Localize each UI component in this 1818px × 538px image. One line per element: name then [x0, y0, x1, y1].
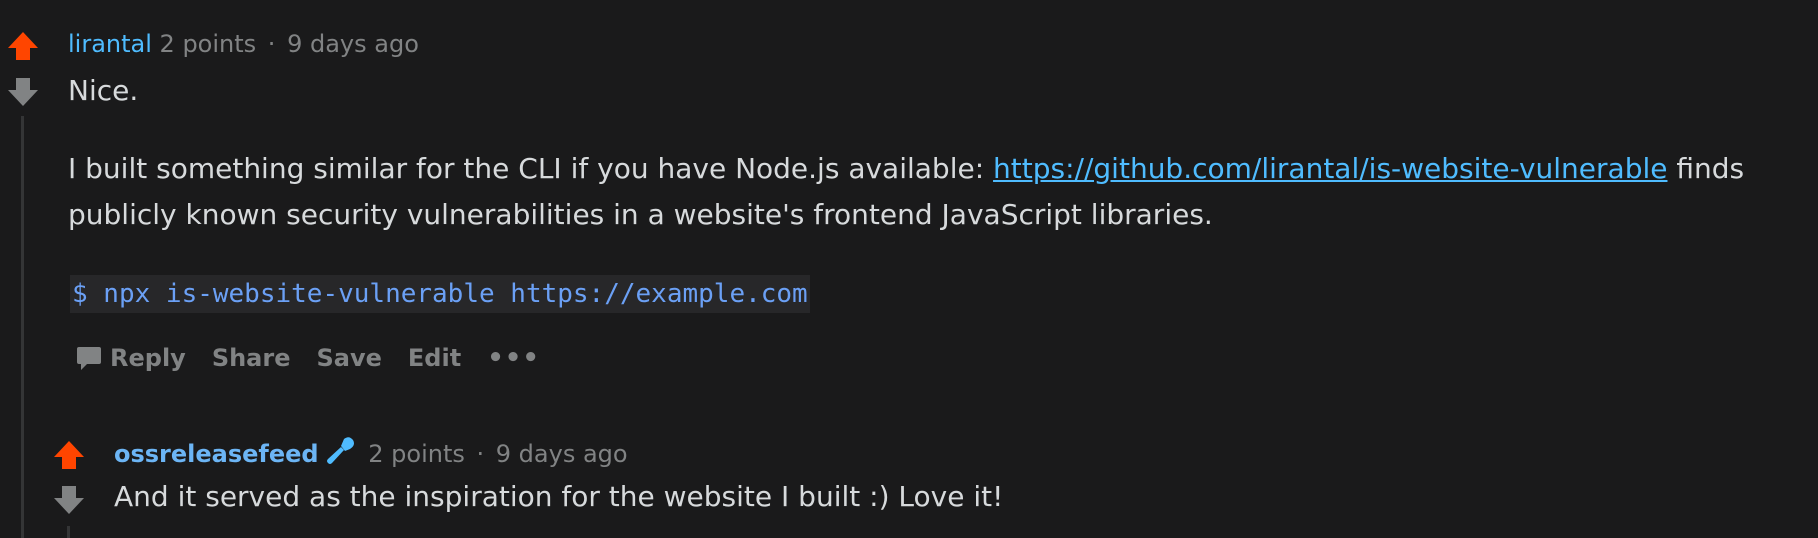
timestamp[interactable]: 9 days ago: [496, 440, 628, 468]
separator-dot: ·: [476, 440, 485, 468]
downvote-icon[interactable]: [52, 484, 86, 516]
upvote-icon[interactable]: [52, 439, 86, 471]
points-count: 2 points: [368, 440, 465, 468]
comment-text: And it served as the inspiration for the…: [114, 480, 1004, 513]
thread-line[interactable]: [67, 526, 70, 538]
microphone-icon: [325, 436, 355, 474]
author-link[interactable]: ossreleasefeed: [114, 440, 319, 468]
comment-ossreleasefeed: ossreleasefeed 2 points · 9 days ago And…: [0, 0, 1818, 538]
comment-meta: ossreleasefeed 2 points · 9 days ago: [114, 436, 628, 474]
